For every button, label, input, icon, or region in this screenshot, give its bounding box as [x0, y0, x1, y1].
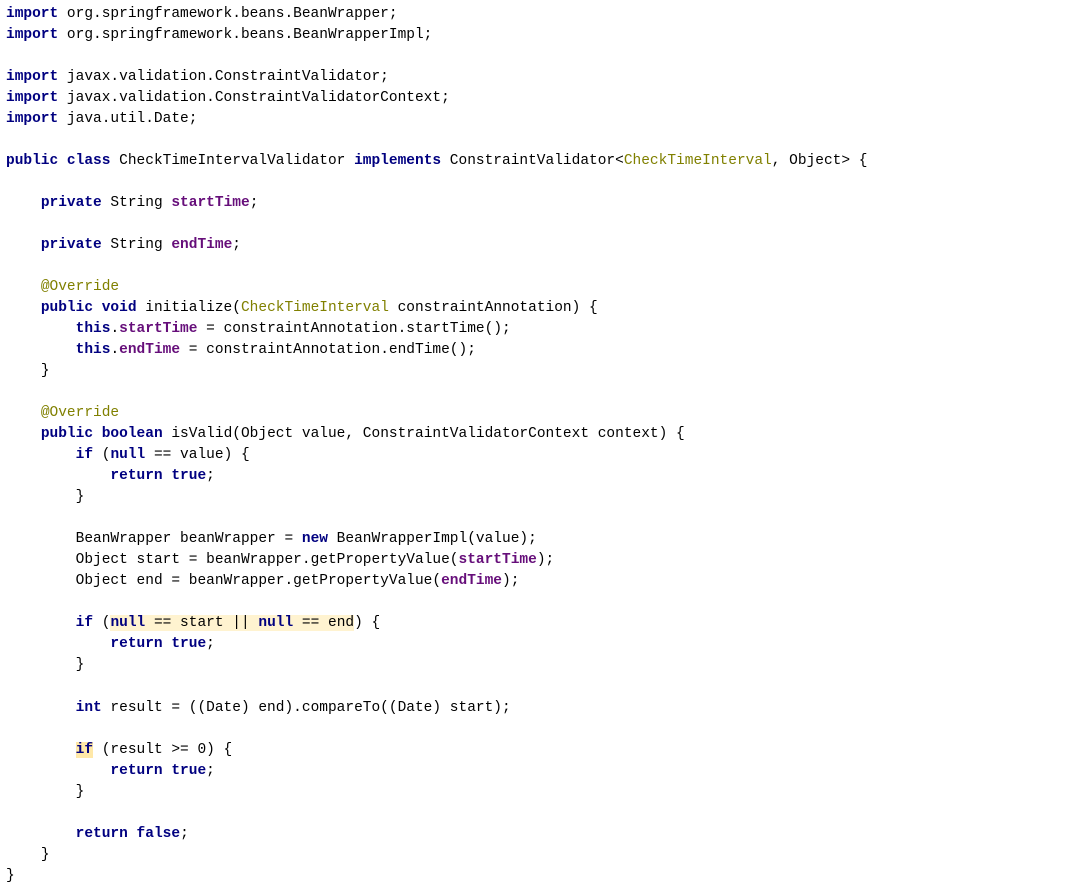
field-startTime: startTime [459, 552, 537, 568]
stmt: BeanWrapper beanWrapper = [76, 531, 302, 547]
stmt: ); [537, 552, 554, 568]
keyword-public: public [6, 153, 58, 169]
param-type: CheckTimeInterval [241, 300, 389, 316]
keyword-if: if [76, 447, 93, 463]
method-sig: constraintAnnotation) { [389, 300, 598, 316]
brace-close: } [76, 657, 85, 673]
keyword-return: return [110, 763, 162, 779]
type-string: String [102, 195, 172, 211]
cond: == start [145, 615, 223, 631]
class-name: CheckTimeIntervalValidator [110, 153, 354, 169]
keyword-int: int [76, 700, 102, 716]
keyword-private: private [41, 195, 102, 211]
assign: = constraintAnnotation.startTime(); [197, 321, 510, 337]
keyword-this: this [76, 321, 111, 337]
annotation-override: @Override [41, 405, 119, 421]
generic-type: CheckTimeInterval [624, 153, 772, 169]
field-endTime: endTime [171, 237, 232, 253]
keyword-this: this [76, 342, 111, 358]
semi: ; [232, 237, 241, 253]
import-line: java.util.Date; [58, 111, 197, 127]
field-startTime: startTime [119, 321, 197, 337]
paren: ( [93, 447, 110, 463]
keyword-implements: implements [354, 153, 441, 169]
semi: ; [250, 195, 259, 211]
method-sig: isValid(Object value, ConstraintValidato… [163, 426, 685, 442]
keyword-private: private [41, 237, 102, 253]
keyword-true: true [171, 636, 206, 652]
semi: ; [206, 636, 215, 652]
keyword-import: import [6, 69, 58, 85]
class-tail: , Object> { [772, 153, 868, 169]
cond: == value) { [145, 447, 249, 463]
import-line: org.springframework.beans.BeanWrapperImp… [58, 27, 432, 43]
field-endTime: endTime [441, 573, 502, 589]
stmt: ); [502, 573, 519, 589]
import-line: javax.validation.ConstraintValidator; [58, 69, 389, 85]
keyword-true: true [171, 468, 206, 484]
dot: . [110, 321, 119, 337]
highlighted-if: if [76, 742, 93, 758]
stmt: BeanWrapperImpl(value); [328, 531, 537, 547]
keyword-public: public [41, 300, 93, 316]
semi: ; [206, 763, 215, 779]
dot: . [110, 342, 119, 358]
semi: ; [180, 826, 189, 842]
cond: || [224, 615, 259, 631]
keyword-return: return [110, 468, 162, 484]
keyword-new: new [302, 531, 328, 547]
semi: ; [206, 468, 215, 484]
keyword-void: void [102, 300, 137, 316]
highlighted-condition: null == start || null == end [110, 615, 354, 631]
keyword-if: if [76, 615, 93, 631]
class-impl: ConstraintValidator< [441, 153, 624, 169]
keyword-class: class [67, 153, 111, 169]
field-endTime: endTime [119, 342, 180, 358]
brace-close: } [76, 784, 85, 800]
keyword-null: null [110, 615, 145, 631]
import-line: javax.validation.ConstraintValidatorCont… [58, 90, 450, 106]
keyword-boolean: boolean [102, 426, 163, 442]
code-block: import org.springframework.beans.BeanWra… [0, 0, 1080, 891]
keyword-null: null [110, 447, 145, 463]
brace-close: } [76, 489, 85, 505]
keyword-null: null [258, 615, 293, 631]
annotation-override: @Override [41, 279, 119, 295]
keyword-true: true [171, 763, 206, 779]
cond: == end [293, 615, 354, 631]
paren: ( [93, 615, 110, 631]
stmt: Object end = beanWrapper.getPropertyValu… [76, 573, 441, 589]
keyword-return: return [110, 636, 162, 652]
stmt: result = ((Date) end).compareTo((Date) s… [102, 700, 511, 716]
cond: (result >= 0) { [93, 742, 232, 758]
keyword-false: false [137, 826, 181, 842]
keyword-import: import [6, 90, 58, 106]
keyword-import: import [6, 111, 58, 127]
brace-close: } [41, 847, 50, 863]
keyword-return: return [76, 826, 128, 842]
type-string: String [102, 237, 172, 253]
cond: ) { [354, 615, 380, 631]
keyword-import: import [6, 27, 58, 43]
keyword-public: public [41, 426, 93, 442]
keyword-import: import [6, 6, 58, 22]
brace-close: } [41, 363, 50, 379]
field-startTime: startTime [171, 195, 249, 211]
stmt: Object start = beanWrapper.getPropertyVa… [76, 552, 459, 568]
assign: = constraintAnnotation.endTime(); [180, 342, 476, 358]
import-line: org.springframework.beans.BeanWrapper; [58, 6, 397, 22]
method-sig: initialize( [137, 300, 241, 316]
